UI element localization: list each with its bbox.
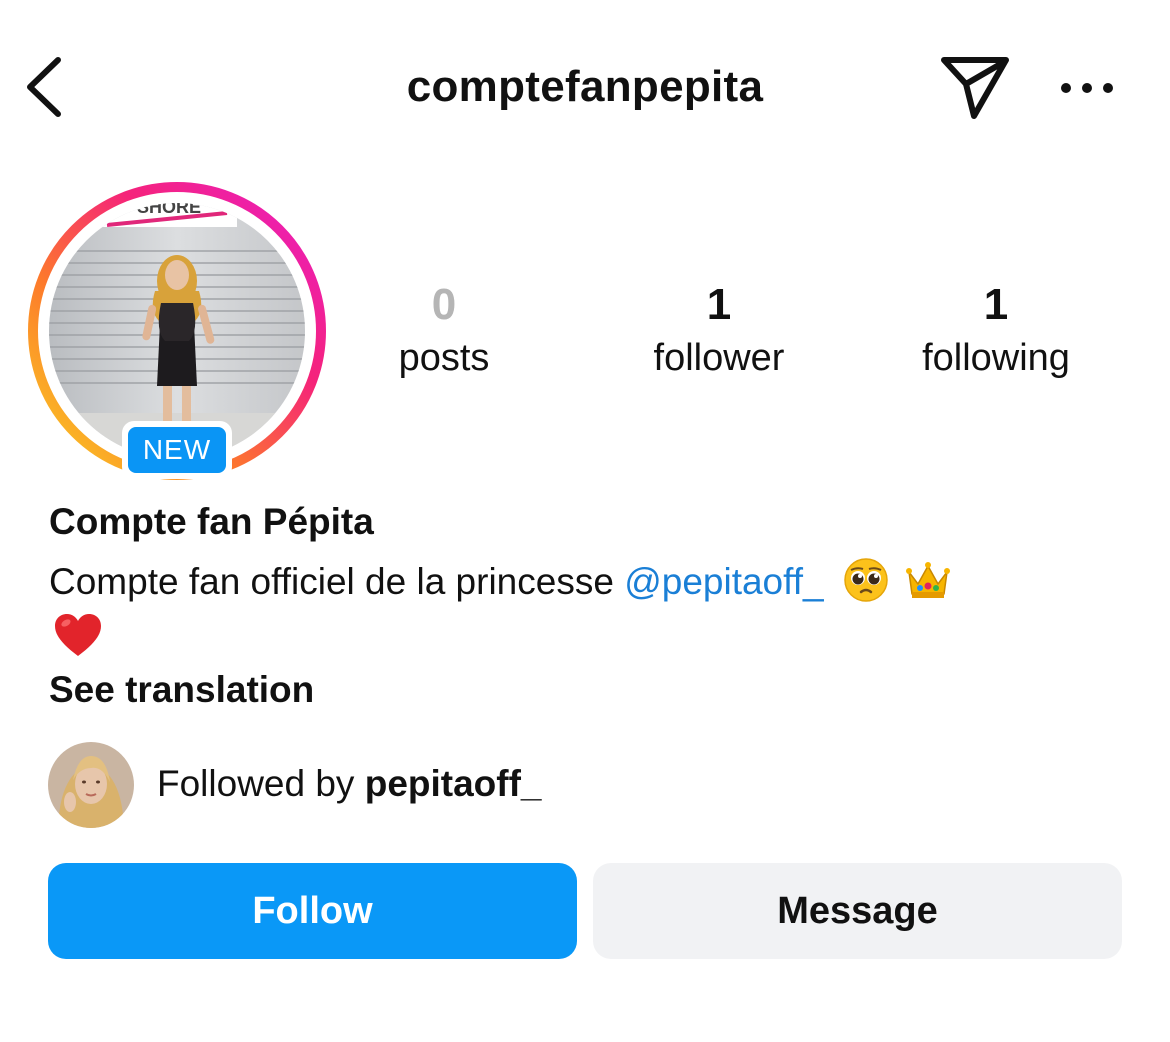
paper-plane-icon [941, 57, 1009, 119]
following-label: following [922, 337, 1070, 379]
following-stat[interactable]: 1 following [876, 278, 1116, 384]
mutual-follower-avatar[interactable] [48, 742, 134, 828]
bio: Compte fan officiel de la princesse @pep… [49, 556, 1129, 608]
crown-emoji-icon [906, 562, 951, 598]
new-story-badge: NEW [122, 421, 232, 479]
bio-mention-link[interactable]: @pepitaoff_ [624, 561, 823, 602]
see-translation-link[interactable]: See translation [49, 666, 314, 714]
followed-by-username: pepitaoff_ [364, 763, 542, 804]
more-options-button[interactable] [1052, 70, 1122, 106]
following-count: 1 [983, 280, 1009, 329]
pleading-face-emoji-icon [844, 558, 888, 602]
red-heart-emoji-icon [52, 610, 104, 662]
followers-stat[interactable]: 1 follower [599, 278, 839, 384]
bio-text: Compte fan officiel de la princesse [49, 561, 625, 602]
followed-by-prefix: Followed by [157, 763, 365, 804]
posts-count: 0 [431, 280, 457, 329]
followers-count: 1 [706, 280, 732, 329]
followed-by-text[interactable]: Followed by pepitaoff_ [157, 760, 542, 808]
avatar [48, 742, 134, 828]
new-badge-label: NEW [128, 427, 226, 473]
ellipsis-icon [1061, 83, 1113, 93]
follow-button[interactable]: Follow [48, 863, 577, 959]
display-name: Compte fan Pépita [49, 501, 374, 542]
share-profile-button[interactable] [936, 52, 1012, 122]
posts-label: posts [398, 337, 490, 379]
posts-stat[interactable]: 0 posts [324, 278, 564, 384]
followers-label: follower [653, 337, 785, 379]
message-button[interactable]: Message [593, 863, 1122, 959]
